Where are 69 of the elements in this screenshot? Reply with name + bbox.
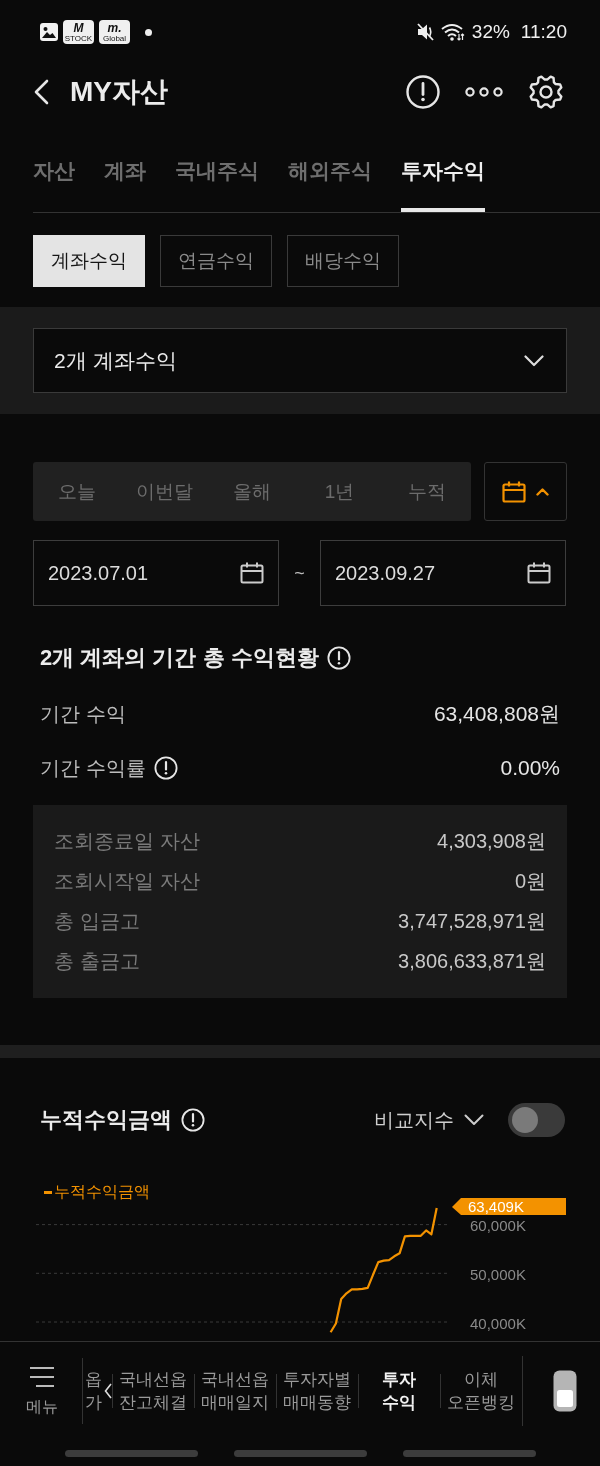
more-icon[interactable] [465,87,503,97]
sub-tab[interactable]: 연금수익 [160,235,272,287]
exclamation-circle-icon[interactable] [406,75,440,109]
wifi-icon [440,23,465,41]
exclamation-circle-icon[interactable] [153,756,178,780]
compare-toggle[interactable] [508,1103,565,1137]
detail-label: 조회종료일 자산 [54,829,200,854]
y-axis-label: 60,000K [470,1217,526,1235]
detail-value: 4,303,908원 [437,829,546,854]
summary-title: 2개 계좌의 기간 총 수익현황 [40,644,319,672]
menu-button[interactable]: 메뉴 [22,1365,62,1417]
detail-label: 조회시작일 자산 [54,869,200,894]
clock: 11:20 [520,20,567,44]
detail-label: 총 입금고 [54,909,140,934]
back-icon[interactable] [33,79,49,105]
tab[interactable]: 투자수익 [401,120,485,212]
legend-label: 누적수익금액 [54,1182,150,1202]
menu-icon [28,1365,56,1388]
nav-tab[interactable]: 국내선옵 잔고체결 [112,1368,194,1414]
nav-tab[interactable]: 투자 수익 [358,1368,440,1414]
calendar-icon [240,562,264,584]
detail-label: 총 출금고 [54,949,140,974]
exclamation-circle-icon[interactable] [326,646,351,670]
summary-label: 기간 수익률 [40,756,146,781]
date-range-separator: ~ [293,562,306,585]
calendar-icon [502,480,526,503]
gallery-icon [40,23,58,41]
caret-up-icon [536,487,549,496]
chevron-left-icon[interactable] [104,1383,112,1399]
mute-icon [416,23,434,41]
app-icon-subtitle: STOCK [64,33,93,43]
start-date-field[interactable]: 2023.07.01 [33,540,279,606]
end-date-field[interactable]: 2023.09.27 [320,540,566,606]
tab[interactable]: 해외주식 [288,120,372,212]
nav-tab[interactable]: 국내선옵 매매일지 [194,1368,276,1414]
chevron-down-icon [464,1114,484,1126]
sub-tab[interactable]: 배당수익 [287,235,399,287]
y-axis-label: 40,000K [470,1314,526,1332]
page-title: MY자산 [70,75,168,109]
calendar-icon [527,562,551,584]
sub-tab[interactable]: 계좌수익 [33,235,145,287]
tab[interactable]: 계좌 [104,120,146,212]
detail-value: 0원 [514,869,546,894]
detail-value: 3,806,633,871원 [398,949,546,974]
tab[interactable]: 자산 [33,120,75,212]
nav-tab[interactable]: 이체 오픈뱅킹 [440,1368,522,1414]
exclamation-circle-icon[interactable] [181,1108,205,1132]
value-badge: 63,409K [452,1198,566,1215]
summary-value: 63,408,808원 [433,701,560,727]
nav-tab[interactable]: 투자자별 매매동향 [276,1368,358,1414]
y-tick-label: 63,409K [468,1198,524,1215]
detail-value: 3,747,528,971원 [398,909,546,934]
settings-icon[interactable] [528,74,564,110]
nav-tab[interactable]: 옵 가 [85,1368,102,1414]
toggle-icon[interactable] [553,1370,577,1412]
account-dropdown[interactable]: 2개 계좌수익 [33,328,567,393]
battery-level: 32% [471,20,510,44]
chevron-down-icon [524,354,544,367]
summary-value: 0.00% [500,755,560,781]
compare-index-dropdown[interactable]: 비교지수 [374,1107,484,1133]
notification-dot-icon [145,28,152,36]
app-icon-title: M [73,21,84,34]
summary-label: 기간 수익 [40,702,126,727]
app-icon-title: m. [107,21,122,34]
chart-title: 누적수익금액 [40,1106,172,1134]
calendar-toggle-button[interactable] [484,462,567,521]
tab[interactable]: 국내주식 [175,120,259,212]
y-axis-label: 50,000K [470,1265,526,1283]
app-icon-subtitle: Global [102,33,127,43]
